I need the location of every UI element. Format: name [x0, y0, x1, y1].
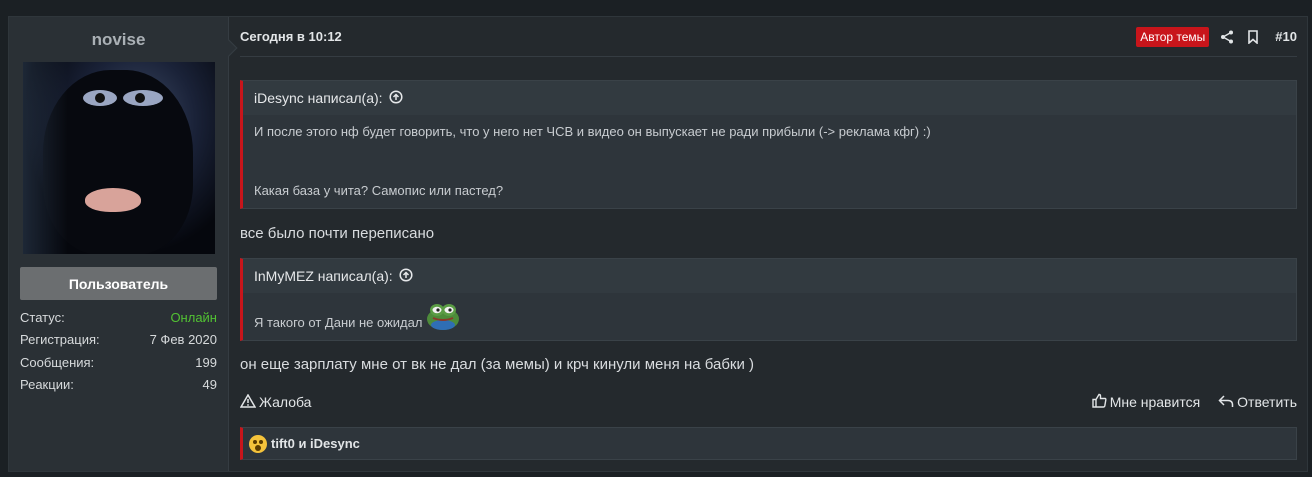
- stat-label: Сообщения:: [20, 354, 95, 370]
- reply-button[interactable]: Ответить: [1218, 394, 1297, 411]
- like-label: Мне нравится: [1109, 394, 1201, 410]
- message-text: все было почти переписано: [240, 225, 435, 242]
- arrow-up-circle-icon[interactable]: [399, 267, 413, 285]
- user-info-panel: novise Пользователь Статус: Онлайн Регис…: [9, 17, 238, 471]
- message-header: Сегодня в 10:12 Автор темы #10: [240, 17, 1297, 57]
- stat-value-messages[interactable]: 199: [195, 355, 217, 370]
- stat-value-reactions: 49: [202, 377, 217, 393]
- warning-icon: [239, 393, 257, 411]
- quote-text-line: И после этого нф будет говорить, что у н…: [254, 124, 931, 139]
- avatar[interactable]: [22, 62, 215, 254]
- stat-label: Регистрация:: [20, 332, 100, 348]
- quote-header[interactable]: InMyMEZ написал(а):: [243, 259, 1296, 293]
- reactions-list[interactable]: tift0 и iDesync: [271, 436, 360, 451]
- user-stats: Статус: Онлайн Регистрация: 7 Фев 2020 С…: [19, 306, 218, 396]
- quote-body: Я такого от Дани не ожидал: [243, 293, 1296, 340]
- user-role-badge: Пользователь: [20, 267, 217, 300]
- header-actions: Автор темы #10: [1136, 26, 1297, 47]
- message-text: он еще зарплату мне от вк не дал (за мем…: [240, 356, 755, 373]
- message-actions: Жалоба Мне нравится Ответить: [239, 392, 1297, 412]
- post-number-link[interactable]: #10: [1275, 29, 1297, 44]
- avatar-shine: [22, 62, 68, 254]
- reactions-bar[interactable]: tift0 и iDesync: [240, 427, 1297, 460]
- emoji-surprised-icon: [249, 434, 267, 453]
- pepe-emoji-icon: [425, 299, 461, 331]
- stat-row-messages: Сообщения: 199: [19, 351, 218, 374]
- report-label: Жалоба: [259, 394, 312, 410]
- like-button[interactable]: Мне нравится: [1091, 393, 1201, 411]
- arrow-up-circle-icon[interactable]: [389, 89, 403, 107]
- share-icon[interactable]: [1219, 29, 1235, 45]
- quote-block-inmymez: InMyMEZ написал(а): Я такого от Дани не …: [240, 258, 1297, 341]
- quote-author[interactable]: InMyMEZ написал(а):: [254, 268, 393, 284]
- avatar-eye-right: [122, 90, 163, 106]
- message-post: novise Пользователь Статус: Онлайн Регис…: [8, 16, 1308, 472]
- author-badge: Автор темы: [1136, 26, 1210, 47]
- quote-block-idesync: iDesync написал(а): И после этого нф буд…: [240, 80, 1297, 209]
- avatar-eye-left: [82, 90, 117, 106]
- quote-text-line: Я такого от Дани не ожидал: [254, 315, 423, 330]
- reply-label: Ответить: [1237, 394, 1297, 410]
- stat-row-status: Статус: Онлайн: [19, 306, 218, 329]
- stat-label: Статус:: [20, 309, 65, 325]
- thumbs-up-icon: [1091, 393, 1107, 411]
- report-button[interactable]: Жалоба: [239, 393, 312, 411]
- quote-header[interactable]: iDesync написал(а):: [243, 81, 1296, 115]
- stat-label: Реакции:: [20, 377, 74, 393]
- quote-text-line: Какая база у чита? Самопис или пастед?: [254, 183, 504, 198]
- reply-icon: [1218, 394, 1234, 411]
- stat-row-reactions: Реакции: 49: [19, 374, 218, 397]
- username-link[interactable]: novise: [19, 30, 218, 50]
- quote-author[interactable]: iDesync написал(а):: [254, 90, 383, 106]
- actions-right: Мне нравится Ответить: [1091, 393, 1297, 411]
- avatar-mouth: [84, 188, 141, 212]
- stat-value-registration: 7 Фев 2020: [149, 332, 217, 348]
- stat-value-status: Онлайн: [170, 309, 217, 325]
- quote-body: И после этого нф будет говорить, что у н…: [243, 115, 1296, 208]
- message-content: Сегодня в 10:12 Автор темы #10 iDesync н…: [229, 17, 1307, 471]
- bookmark-icon[interactable]: [1245, 29, 1261, 45]
- actions-left: Жалоба: [239, 393, 312, 411]
- post-date[interactable]: Сегодня в 10:12: [240, 29, 342, 44]
- stat-row-registration: Регистрация: 7 Фев 2020: [19, 329, 218, 352]
